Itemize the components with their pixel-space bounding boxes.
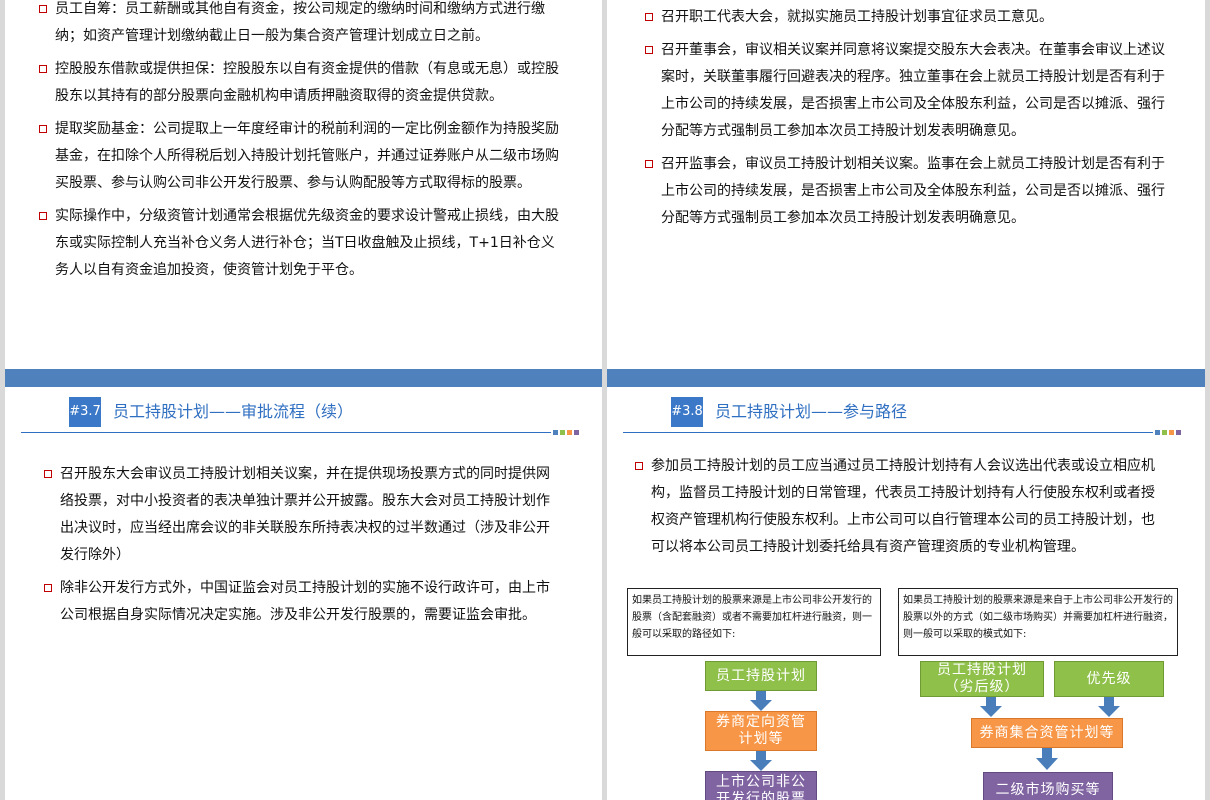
bullet-text: 除非公开发行方式外，中国证监会对员工持股计划的实施不设行政许可，由上市公司根据自… bbox=[60, 580, 550, 623]
list-item: 控股股东借款或提供担保：控股股东以自有资金提供的借款（有息或无息）或控股股东以其… bbox=[39, 56, 559, 110]
square-bullet-icon bbox=[645, 13, 653, 21]
down-arrow-icon bbox=[980, 697, 1002, 717]
color-dots-icon bbox=[1155, 430, 1181, 435]
bullet-text: 员工自筹：员工薪酬或其他自有资金，按公司规定的缴纳时间和缴纳方式进行缴纳；如资产… bbox=[55, 1, 545, 44]
slide-divider-bar bbox=[607, 369, 1205, 387]
down-arrow-icon bbox=[750, 751, 772, 771]
list-item: 召开董事会，审议相关议案并同意将议案提交股东大会表决。在董事会审议上述议案时，关… bbox=[645, 37, 1165, 145]
left-path-note: 如果员工持股计划的股票来源是上市公司非公开发行的股票（含配套融资）或者不需要加杠… bbox=[627, 588, 881, 656]
section-number-badge: #3.8 bbox=[671, 397, 703, 427]
square-bullet-icon bbox=[44, 584, 52, 592]
bullet-list: 召开职工代表大会，就拟实施员工持股计划事宜征求员工意见。 召开董事会，审议相关议… bbox=[645, 4, 1165, 238]
list-item: 召开股东大会审议员工持股计划相关议案，并在提供现场投票方式的同时提供网络投票，对… bbox=[44, 461, 556, 569]
slide-bottom-left: #3.7 员工持股计划——审批流程（续） 召开股东大会审议员工持股计划相关议案，… bbox=[5, 387, 602, 800]
slide-title: 员工持股计划——审批流程（续） bbox=[113, 402, 354, 421]
list-item: 提取奖励基金：公司提取上一年度经审计的税前利润的一定比例金额作为持股奖励基金，在… bbox=[39, 116, 559, 197]
slide-divider-bar bbox=[5, 369, 602, 387]
list-item: 员工自筹：员工薪酬或其他自有资金，按公司规定的缴纳时间和缴纳方式进行缴纳；如资产… bbox=[39, 0, 559, 50]
down-arrow-icon bbox=[1036, 748, 1058, 770]
square-bullet-icon bbox=[645, 160, 653, 168]
list-item: 实际操作中，分级资管计划通常会根据优先级资金的要求设计警戒止损线，由大股东或实际… bbox=[39, 203, 559, 284]
flow-box-junior-tranche: 员工持股计划（劣后级） bbox=[920, 661, 1044, 697]
bullet-text: 提取奖励基金：公司提取上一年度经审计的税前利润的一定比例金额作为持股奖励基金，在… bbox=[55, 121, 559, 191]
flow-box-private-placement-stock: 上市公司非公开发行的股票 bbox=[705, 771, 817, 800]
color-dots-icon bbox=[553, 430, 579, 435]
square-bullet-icon bbox=[39, 212, 47, 220]
bullet-text: 实际操作中，分级资管计划通常会根据优先级资金的要求设计警戒止损线，由大股东或实际… bbox=[55, 208, 559, 278]
bullet-text: 召开监事会，审议员工持股计划相关议案。监事在会上就员工持股计划是否有利于上市公司… bbox=[661, 156, 1165, 226]
bullet-list: 参加员工持股计划的员工应当通过员工持股计划持有人会议选出代表或设立相应机构，监督… bbox=[635, 453, 1155, 567]
title-underline bbox=[21, 432, 551, 433]
flow-box-senior-tranche: 优先级 bbox=[1054, 661, 1164, 697]
list-item: 召开监事会，审议员工持股计划相关议案。监事在会上就员工持股计划是否有利于上市公司… bbox=[645, 151, 1165, 232]
slide-bottom-right: #3.8 员工持股计划——参与路径 参加员工持股计划的员工应当通过员工持股计划持… bbox=[607, 387, 1205, 800]
flow-box-esop: 员工持股计划 bbox=[705, 661, 817, 691]
flow-box-secondary-market-purchase: 二级市场购买等 bbox=[983, 772, 1113, 800]
slide-top-right: 召开职工代表大会，就拟实施员工持股计划事宜征求员工意见。 召开董事会，审议相关议… bbox=[607, 0, 1205, 369]
bullet-text: 召开股东大会审议员工持股计划相关议案，并在提供现场投票方式的同时提供网络投票，对… bbox=[60, 466, 550, 563]
right-path-note: 如果员工持股计划的股票来源是来自于上市公司非公开发行的股票以外的方式（如二级市场… bbox=[898, 588, 1178, 656]
flow-box-collective-asset-plan: 券商集合资管计划等 bbox=[971, 718, 1123, 748]
square-bullet-icon bbox=[39, 65, 47, 73]
slide-top-left: 员工自筹：员工薪酬或其他自有资金，按公司规定的缴纳时间和缴纳方式进行缴纳；如资产… bbox=[5, 0, 602, 369]
list-item: 参加员工持股计划的员工应当通过员工持股计划持有人会议选出代表或设立相应机构，监督… bbox=[635, 453, 1155, 561]
flow-box-directed-asset-plan: 券商定向资管计划等 bbox=[705, 711, 817, 751]
section-number-badge: #3.7 bbox=[69, 397, 101, 427]
bullet-text: 参加员工持股计划的员工应当通过员工持股计划持有人会议选出代表或设立相应机构，监督… bbox=[651, 458, 1155, 555]
bullet-list: 召开股东大会审议员工持股计划相关议案，并在提供现场投票方式的同时提供网络投票，对… bbox=[44, 461, 556, 635]
square-bullet-icon bbox=[39, 5, 47, 13]
square-bullet-icon bbox=[44, 470, 52, 478]
list-item: 除非公开发行方式外，中国证监会对员工持股计划的实施不设行政许可，由上市公司根据自… bbox=[44, 575, 556, 629]
square-bullet-icon bbox=[645, 46, 653, 54]
bullet-text: 控股股东借款或提供担保：控股股东以自有资金提供的借款（有息或无息）或控股股东以其… bbox=[55, 61, 559, 104]
slide-title: 员工持股计划——参与路径 bbox=[715, 402, 908, 421]
bullet-text: 召开职工代表大会，就拟实施员工持股计划事宜征求员工意见。 bbox=[661, 9, 1053, 25]
square-bullet-icon bbox=[635, 462, 643, 470]
list-item: 召开职工代表大会，就拟实施员工持股计划事宜征求员工意见。 bbox=[645, 4, 1165, 31]
title-underline bbox=[623, 432, 1153, 433]
down-arrow-icon bbox=[750, 691, 772, 711]
down-arrow-icon bbox=[1098, 697, 1120, 717]
bullet-text: 召开董事会，审议相关议案并同意将议案提交股东大会表决。在董事会审议上述议案时，关… bbox=[661, 42, 1165, 139]
bullet-list: 员工自筹：员工薪酬或其他自有资金，按公司规定的缴纳时间和缴纳方式进行缴纳；如资产… bbox=[39, 0, 559, 290]
square-bullet-icon bbox=[39, 125, 47, 133]
